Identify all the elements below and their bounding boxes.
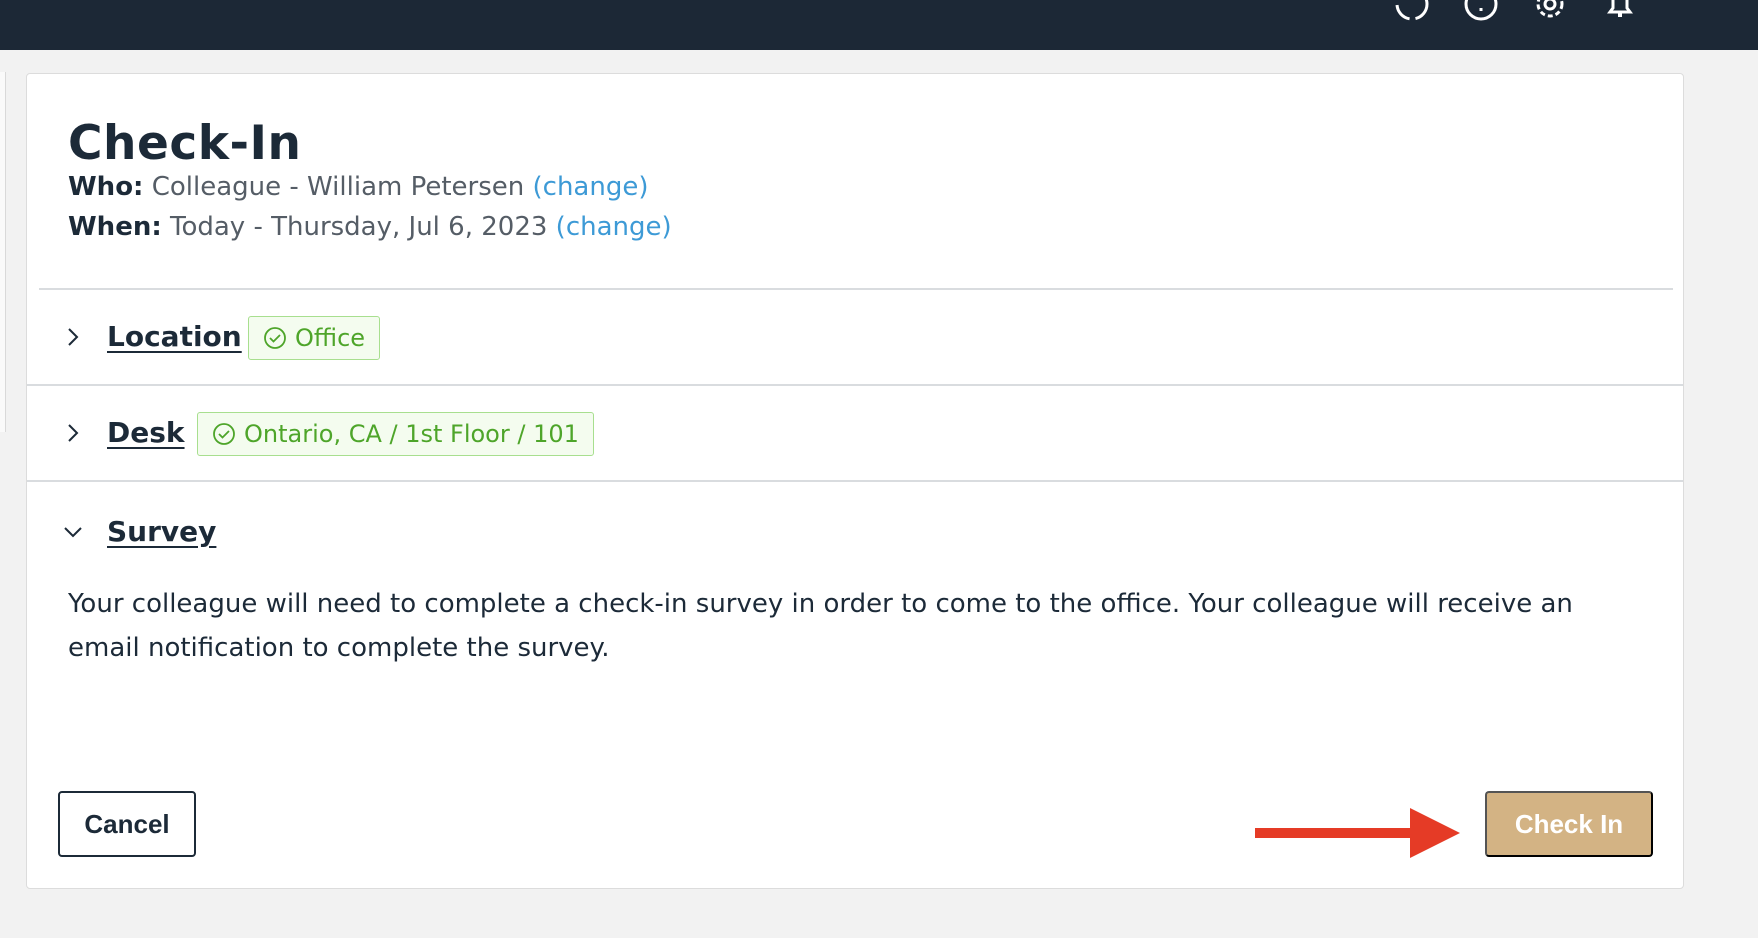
desk-status-badge: Ontario, CA / 1st Floor / 101 [197,412,594,456]
location-badge-text: Office [295,324,366,352]
gear-icon[interactable] [1532,0,1568,22]
when-line: When: Today - Thursday, Jul 6, 2023 (cha… [68,212,672,242]
bell-icon[interactable] [1602,0,1638,22]
when-change-link[interactable]: (change) [556,212,672,242]
top-navigation-bar [0,0,1758,50]
location-toggle[interactable]: Location [107,320,242,353]
check-circle-icon [264,327,286,349]
annotation-arrow-icon [1255,808,1460,858]
desk-section: Desk Ontario, CA / 1st Floor / 101 [27,386,1683,482]
who-change-link[interactable]: (change) [533,172,649,202]
check-in-button[interactable]: Check In [1485,791,1653,857]
survey-description: Your colleague will need to complete a c… [68,589,1573,663]
desk-badge-text: Ontario, CA / 1st Floor / 101 [244,420,579,448]
location-section: Location Office [27,290,1683,386]
when-label: When: [68,212,162,242]
chevron-right-icon[interactable] [63,327,83,347]
info-icon[interactable] [1463,0,1499,22]
cancel-button[interactable]: Cancel [58,791,196,857]
desk-toggle[interactable]: Desk [107,416,185,449]
sync-icon[interactable] [1394,0,1430,22]
survey-section: Survey [27,482,1683,562]
who-line: Who: Colleague - William Petersen (chang… [68,172,649,202]
who-value: Colleague - William Petersen [151,172,525,202]
page-title: Check-In [68,116,302,171]
check-circle-icon [213,423,235,445]
check-in-card: Check-In Who: Colleague - William Peters… [26,73,1684,889]
survey-toggle[interactable]: Survey [107,515,216,548]
left-panel-edge [0,72,6,432]
when-value: Today - Thursday, Jul 6, 2023 [170,212,548,242]
who-label: Who: [68,172,144,202]
location-status-badge: Office [248,316,381,360]
chevron-down-icon[interactable] [63,522,83,542]
chevron-right-icon[interactable] [63,423,83,443]
